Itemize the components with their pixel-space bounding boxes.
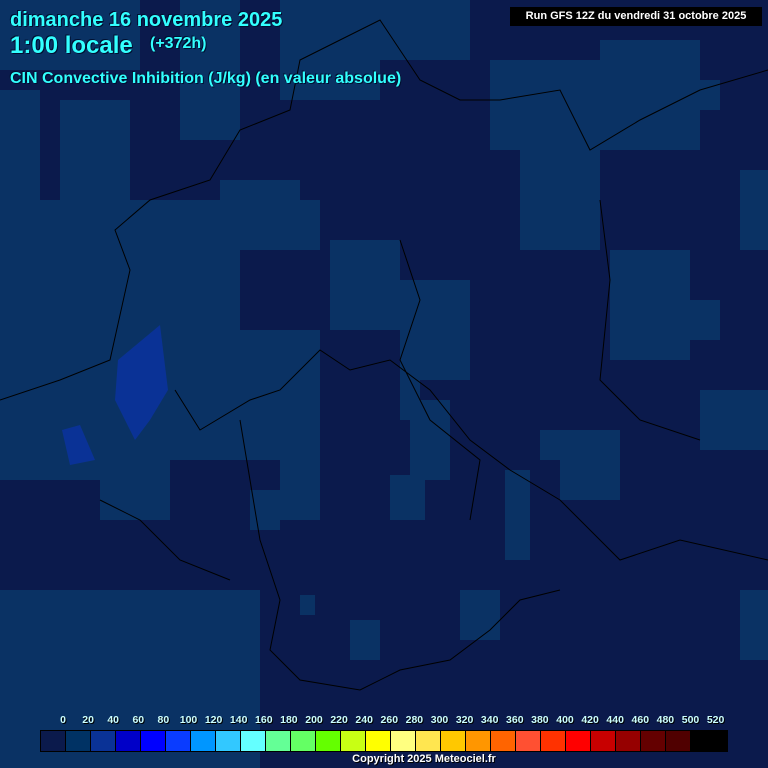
legend-label: 140 bbox=[229, 714, 248, 726]
legend-swatch bbox=[366, 731, 391, 751]
legend-swatch bbox=[441, 731, 466, 751]
forecast-lead-time: (+372h) bbox=[150, 35, 207, 52]
legend-label: 380 bbox=[531, 714, 549, 726]
legend-swatch bbox=[216, 731, 241, 751]
legend-label: 80 bbox=[157, 714, 170, 726]
legend-label: 340 bbox=[480, 714, 499, 726]
legend-label: 100 bbox=[179, 714, 198, 726]
legend-swatch bbox=[466, 731, 491, 751]
legend-label: 220 bbox=[330, 714, 348, 726]
legend-label: 160 bbox=[255, 714, 273, 726]
legend-label: 520 bbox=[706, 714, 725, 726]
legend-label: 460 bbox=[631, 714, 650, 726]
legend-swatch bbox=[166, 731, 191, 751]
legend-swatch bbox=[666, 731, 691, 751]
legend-swatch bbox=[41, 731, 66, 751]
legend-swatch bbox=[341, 731, 366, 751]
forecast-time: 1:00 locale bbox=[10, 32, 133, 59]
parameter-title: CIN Convective Inhibition (J/kg) (en val… bbox=[10, 70, 402, 87]
legend-swatch bbox=[116, 731, 141, 751]
legend-label: 20 bbox=[82, 714, 94, 726]
legend-label: 180 bbox=[280, 714, 298, 726]
legend-label: 300 bbox=[430, 714, 449, 726]
legend-swatch bbox=[91, 731, 116, 751]
model-run-label: Run GFS 12Z du vendredi 31 octobre 2025 bbox=[510, 7, 762, 26]
copyright: Copyright 2025 Meteociel.fr bbox=[352, 753, 496, 765]
legend-label: 480 bbox=[656, 714, 675, 726]
legend-label: 500 bbox=[681, 714, 700, 726]
legend-swatch bbox=[541, 731, 566, 751]
cin-20-40-regions bbox=[0, 0, 768, 768]
legend-label: 320 bbox=[455, 714, 474, 726]
legend-swatch bbox=[641, 731, 666, 751]
legend-swatch bbox=[241, 731, 266, 751]
legend-label: 400 bbox=[556, 714, 574, 726]
legend-swatch bbox=[316, 731, 341, 751]
legend-label: 60 bbox=[132, 714, 145, 726]
legend-labels: 0 20 40 60 80 100 120 140 160 180 200 220 240 260 280 3… bbox=[40, 714, 740, 728]
legend-swatch bbox=[266, 731, 291, 751]
legend-label: 420 bbox=[581, 714, 599, 726]
legend-swatch bbox=[191, 731, 216, 751]
legend-label: 260 bbox=[380, 714, 399, 726]
legend-swatch bbox=[616, 731, 641, 751]
legend-label: 200 bbox=[305, 714, 323, 726]
legend-swatch bbox=[416, 731, 441, 751]
legend-swatch bbox=[491, 731, 516, 751]
legend-label: 0 bbox=[60, 714, 66, 726]
cin-map bbox=[0, 0, 768, 768]
color-scale-bar bbox=[40, 730, 728, 752]
legend-label: 240 bbox=[355, 714, 373, 726]
legend-swatch bbox=[291, 731, 316, 751]
legend-label: 40 bbox=[107, 714, 120, 726]
legend-label: 440 bbox=[606, 714, 624, 726]
legend-swatch bbox=[141, 731, 166, 751]
legend-swatch bbox=[391, 731, 416, 751]
legend-swatch bbox=[691, 731, 727, 751]
forecast-date: dimanche 16 novembre 2025 bbox=[10, 9, 283, 31]
legend-swatch bbox=[566, 731, 591, 751]
legend-swatch bbox=[591, 731, 616, 751]
legend-label: 120 bbox=[204, 714, 223, 726]
legend-swatch bbox=[516, 731, 541, 751]
legend-swatch bbox=[66, 731, 91, 751]
legend-label: 280 bbox=[405, 714, 424, 726]
legend-label: 360 bbox=[506, 714, 524, 726]
